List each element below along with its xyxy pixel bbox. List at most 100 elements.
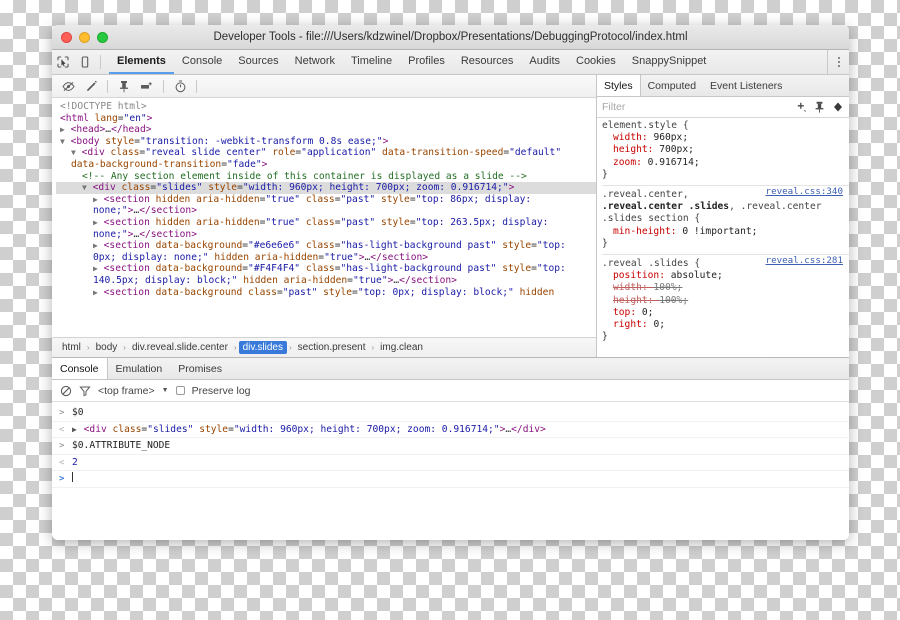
dom-node[interactable]: ▶ <head>…</head> xyxy=(56,124,596,136)
filter-icon[interactable] xyxy=(79,385,91,397)
css-value[interactable]: 100%; xyxy=(653,282,682,293)
preserve-log-checkbox[interactable] xyxy=(175,386,185,395)
console-log[interactable]: > $0 < ▶ <div class="slides" style="width: … xyxy=(52,402,849,540)
chevron-right-icon[interactable]: ▶ xyxy=(93,288,103,297)
animation-timer-icon[interactable] xyxy=(170,77,190,95)
tab-sources[interactable]: Sources xyxy=(230,50,286,74)
css-declaration[interactable]: height: 100%; xyxy=(602,295,849,307)
chevron-down-icon[interactable]: ▼ xyxy=(71,148,81,157)
dom-node[interactable]: ▼ <body style="transition: -webkit-trans… xyxy=(56,136,596,148)
chevron-down-icon[interactable]: ▼ xyxy=(60,137,70,146)
dom-node[interactable]: ▼ <div class="reveal slide center" role=… xyxy=(56,147,596,159)
dom-node[interactable]: ▶ <section hidden aria-hidden="true" cla… xyxy=(56,194,596,206)
console-line[interactable]: > xyxy=(52,471,849,488)
chevron-right-icon[interactable]: ▶ xyxy=(93,195,103,204)
css-declaration[interactable]: position: absolute; xyxy=(602,270,849,282)
tab-cookies[interactable]: Cookies xyxy=(568,50,624,74)
css-rule[interactable]: reveal.css:281 .reveal .slides {position:… xyxy=(602,254,849,347)
pin-icon[interactable] xyxy=(114,77,134,95)
console-input-caret[interactable] xyxy=(72,472,73,482)
close-window-button[interactable] xyxy=(61,31,72,43)
chevron-down-icon[interactable]: ▼ xyxy=(162,387,169,394)
css-declaration[interactable]: zoom: 0.916714; xyxy=(602,157,849,169)
dom-node[interactable]: none;">…</section> xyxy=(56,205,596,217)
breadcrumb-item[interactable]: body xyxy=(92,341,122,354)
inspect-element-icon[interactable] xyxy=(52,50,74,74)
new-style-rule-icon[interactable] xyxy=(795,101,807,113)
dom-node[interactable]: none;">…</section> xyxy=(56,229,596,241)
console-line[interactable]: <2 xyxy=(52,455,849,471)
preserve-log-label[interactable]: Preserve log xyxy=(192,385,251,397)
css-rule[interactable]: element.style {width: 960px; height: 700p… xyxy=(602,120,849,185)
css-value[interactable]: 960px; xyxy=(653,132,688,143)
dom-node[interactable]: <!DOCTYPE html> xyxy=(56,101,596,113)
css-source-link[interactable]: reveal.css:340 xyxy=(766,186,843,198)
css-declaration[interactable]: top: 0; xyxy=(602,307,849,319)
more-options-icon[interactable] xyxy=(827,50,849,74)
breadcrumb-item[interactable]: div.reveal.slide.center xyxy=(128,341,232,354)
drawer-tab-console[interactable]: Console xyxy=(52,358,108,379)
chevron-right-icon[interactable]: ▶ xyxy=(72,425,82,434)
tab-event-listeners[interactable]: Event Listeners xyxy=(703,75,789,96)
device-toolbar-icon[interactable] xyxy=(74,50,96,74)
css-rules-list[interactable]: element.style {width: 960px; height: 700p… xyxy=(597,118,849,357)
dom-node[interactable]: <!-- Any section element inside of this … xyxy=(56,171,596,183)
css-value[interactable]: 0.916714; xyxy=(648,157,700,168)
dom-node-selected[interactable]: ▼ <div class="slides" style="width: 960p… xyxy=(56,182,596,194)
tab-styles[interactable]: Styles xyxy=(597,75,641,96)
chevron-right-icon[interactable]: ▶ xyxy=(60,125,70,134)
tab-console[interactable]: Console xyxy=(174,50,230,74)
chevron-down-icon[interactable]: ▼ xyxy=(82,183,92,192)
edit-as-html-icon[interactable] xyxy=(81,77,101,95)
console-line[interactable]: > $0.ATTRIBUTE_NODE xyxy=(52,438,849,455)
dom-node[interactable]: ▶ <section hidden aria-hidden="true" cla… xyxy=(56,217,596,229)
css-source-link[interactable]: reveal.css:281 xyxy=(766,255,843,267)
css-declaration[interactable]: right: 0; xyxy=(602,319,849,331)
breadcrumb-item[interactable]: img.clean xyxy=(376,341,427,354)
breadcrumb-item[interactable]: div.slides xyxy=(238,341,287,354)
dom-node[interactable]: ▶ <section data-background class="past" … xyxy=(56,287,596,299)
css-value[interactable]: 700px; xyxy=(659,144,694,155)
css-value[interactable]: 0; xyxy=(653,319,665,330)
breadcrumb-item[interactable]: html xyxy=(58,341,85,354)
styles-filter-input[interactable]: Filter xyxy=(602,101,625,113)
new-style-rule-icon[interactable] xyxy=(137,77,157,95)
dom-node[interactable]: 0px; display: none;" hidden aria-hidden=… xyxy=(56,252,596,264)
css-value[interactable]: absolute; xyxy=(671,270,723,281)
css-selector[interactable]: element.style { xyxy=(602,120,849,132)
css-declaration[interactable]: width: 960px; xyxy=(602,132,849,144)
css-declaration[interactable]: height: 700px; xyxy=(602,144,849,156)
dom-tree[interactable]: <!DOCTYPE html> <html lang="en"> ▶ <head>…… xyxy=(52,98,596,337)
tab-computed[interactable]: Computed xyxy=(641,75,703,96)
tab-resources[interactable]: Resources xyxy=(453,50,522,74)
zoom-window-button[interactable] xyxy=(97,31,108,43)
tab-network[interactable]: Network xyxy=(287,50,343,74)
tab-audits[interactable]: Audits xyxy=(521,50,568,74)
chevron-right-icon[interactable]: ▶ xyxy=(93,241,103,250)
toggle-element-state-icon[interactable] xyxy=(832,101,844,113)
dom-node[interactable]: <html lang="en"> xyxy=(56,113,596,125)
chevron-right-icon[interactable]: ▶ xyxy=(93,264,103,273)
drawer-tab-emulation[interactable]: Emulation xyxy=(108,358,171,379)
chevron-right-icon[interactable]: ▶ xyxy=(93,218,103,227)
css-value[interactable]: 0; xyxy=(642,307,654,318)
css-declaration[interactable]: min-height: 0 !important; xyxy=(602,226,849,238)
tab-timeline[interactable]: Timeline xyxy=(343,50,400,74)
dom-node[interactable]: 140.5px; display: block;" hidden aria-hi… xyxy=(56,275,596,287)
hide-element-icon[interactable] xyxy=(58,77,78,95)
css-selector[interactable]: .slides section { xyxy=(602,213,849,225)
clear-console-icon[interactable] xyxy=(60,385,72,397)
dom-node[interactable]: ▶ <section data-background="#F4F4F4" cla… xyxy=(56,263,596,275)
css-rule[interactable]: reveal.css:340 .reveal.center, .reveal.cen… xyxy=(602,185,849,254)
breadcrumb-item[interactable]: section.present xyxy=(294,341,370,354)
tab-profiles[interactable]: Profiles xyxy=(400,50,453,74)
dom-node[interactable]: data-background-transition="fade"> xyxy=(56,159,596,171)
console-line[interactable]: < ▶ <div class="slides" style="width: 960… xyxy=(52,422,849,438)
drawer-tab-promises[interactable]: Promises xyxy=(170,358,230,379)
pin-icon[interactable] xyxy=(814,101,825,113)
execution-context-selector[interactable]: <top frame> xyxy=(98,385,155,397)
css-value[interactable]: 100%; xyxy=(659,295,688,306)
css-declaration[interactable]: width: 100%; xyxy=(602,282,849,294)
minimize-window-button[interactable] xyxy=(79,31,90,43)
dom-node[interactable]: ▶ <section data-background="#e6e6e6" cla… xyxy=(56,240,596,252)
